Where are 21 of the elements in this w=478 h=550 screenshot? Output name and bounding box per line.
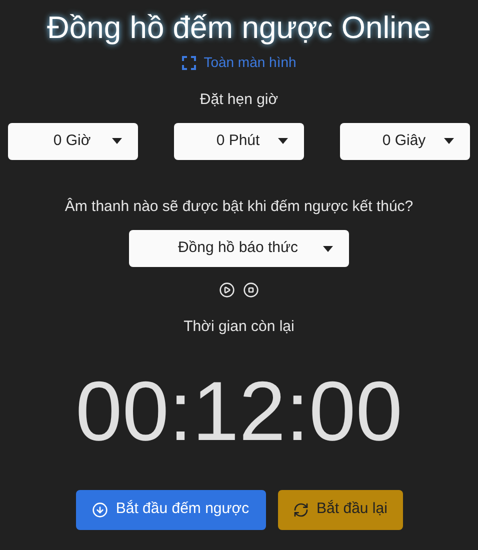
download-icon [92, 502, 108, 518]
page-title: Đồng hồ đếm ngược Online [46, 9, 432, 47]
caret-icon [278, 138, 288, 144]
sound-question: Âm thanh nào sẽ được bật khi đếm ngược kết thúc? [64, 196, 414, 216]
stop-icon[interactable] [243, 282, 259, 298]
start-button[interactable]: Bắt đầu đếm ngược [76, 490, 266, 530]
dropdown[interactable]: 0 Phút [174, 122, 304, 160]
caret-icon [112, 138, 122, 144]
dropdown[interactable]: Đồng hồ báo thức [129, 230, 349, 267]
reset-button[interactable]: Bắt đầu lại [278, 490, 402, 530]
set-timer-label: Đặt hẹn giờ [200, 90, 278, 110]
play-icon[interactable] [219, 282, 235, 298]
refresh-icon [292, 502, 309, 518]
caret-icon [444, 138, 454, 144]
dropdown[interactable]: 0 Giây [340, 122, 470, 160]
timer-display: 00:12:00 [76, 362, 402, 458]
dropdown[interactable]: 0 Giờ [8, 122, 138, 160]
remaining-label: Thời gian còn lại [184, 317, 294, 337]
fullscreen-link[interactable]: Toàn màn hình [182, 52, 296, 73]
fullscreen-icon [182, 56, 196, 70]
caret-icon [323, 246, 333, 252]
